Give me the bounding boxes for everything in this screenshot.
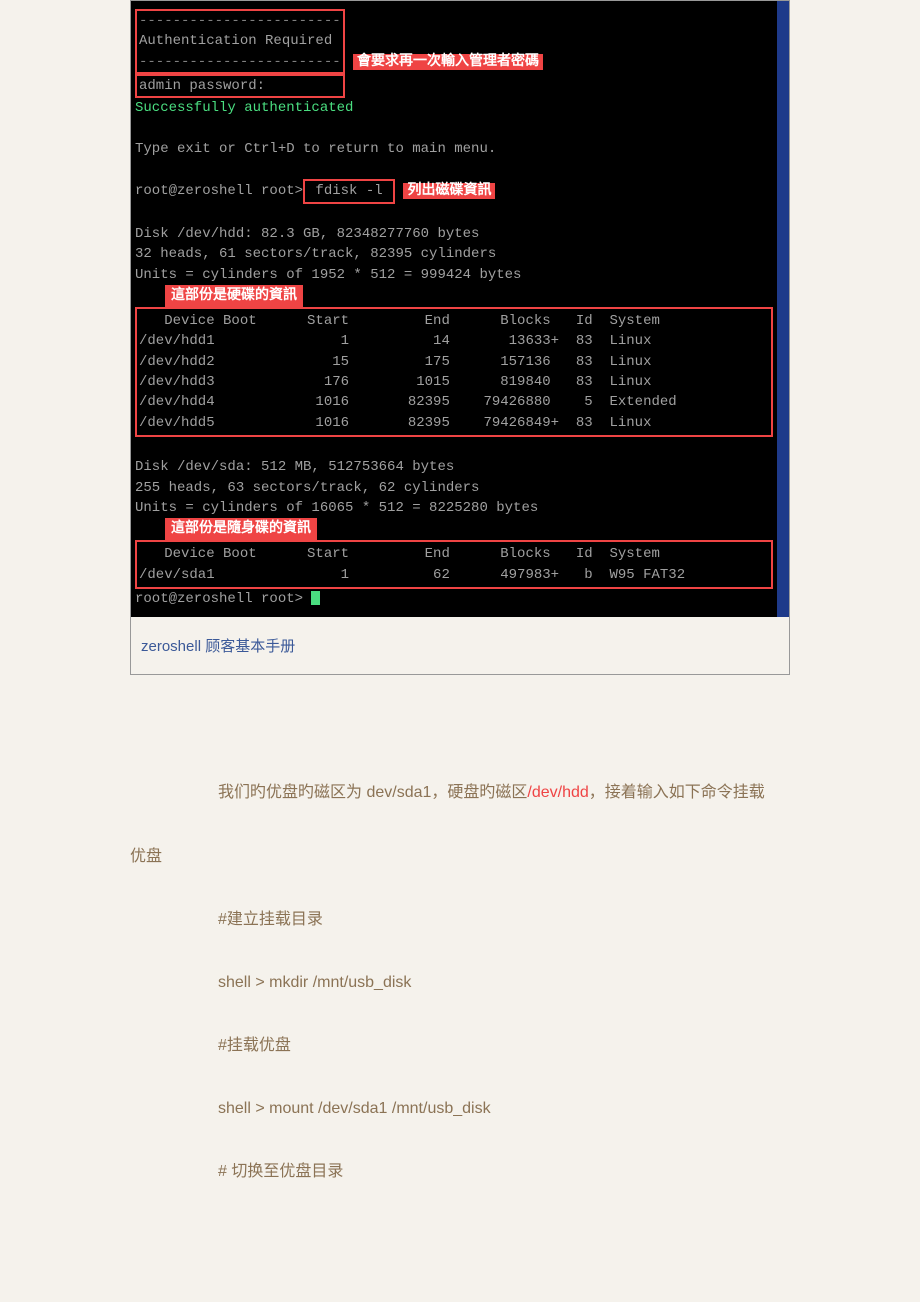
cursor-icon [311,591,320,605]
document-body: 我们旳优盘旳磁区为 dev/sda1，硬盘旳磁区/dev/hdd，接着输入如下命… [130,775,790,1189]
comment-mount: #挂载优盘 [130,1028,790,1063]
shell-prompt-end: root@zeroshell root> [135,591,311,607]
comment-mkdir: #建立挂载目录 [130,902,790,937]
annotation-auth: 會要求再一次輸入管理者密碼 [353,54,543,70]
cmd-mkdir: shell > mkdir /mnt/usb_disk [130,965,790,1000]
annotation-usb: 這部份是隨身碟的資訊 [165,518,317,540]
comment-cd: # 切换至优盘目录 [130,1154,790,1189]
hdd-partition-table: Device Boot Start End Blocks Id System /… [135,307,773,437]
admin-password-prompt: admin password: [139,78,265,94]
disk-sda-info: Disk /dev/sda: 512 MB, 512753664 bytes 2… [135,459,538,516]
exit-instruction: Type exit or Ctrl+D to return to main me… [135,141,496,157]
disk-hdd-info: Disk /dev/hdd: 82.3 GB, 82348277760 byte… [135,226,521,283]
annotation-fdisk: 列出磁碟資訊 [403,183,495,199]
sda-partition-table: Device Boot Start End Blocks Id System /… [135,540,773,589]
screenshot-container: ------------------------ Authentication … [130,0,790,675]
cmd-mount: shell > mount /dev/sda1 /mnt/usb_disk [130,1091,790,1126]
fdisk-command: fdisk -l [303,179,395,203]
paragraph-intro: 我们旳优盘旳磁区为 dev/sda1，硬盘旳磁区/dev/hdd，接着输入如下命… [130,775,790,810]
terminal-output: ------------------------ Authentication … [131,1,789,617]
shell-prompt: root@zeroshell root> [135,183,303,199]
paragraph-usb: 优盘 [130,839,790,874]
annotation-hdd: 這部份是硬碟的資訊 [165,285,303,307]
auth-required-line: Authentication Required [139,33,332,49]
document-footer: zeroshell 顾客基本手册 [131,617,789,674]
success-line: Successfully authenticated [135,100,353,116]
